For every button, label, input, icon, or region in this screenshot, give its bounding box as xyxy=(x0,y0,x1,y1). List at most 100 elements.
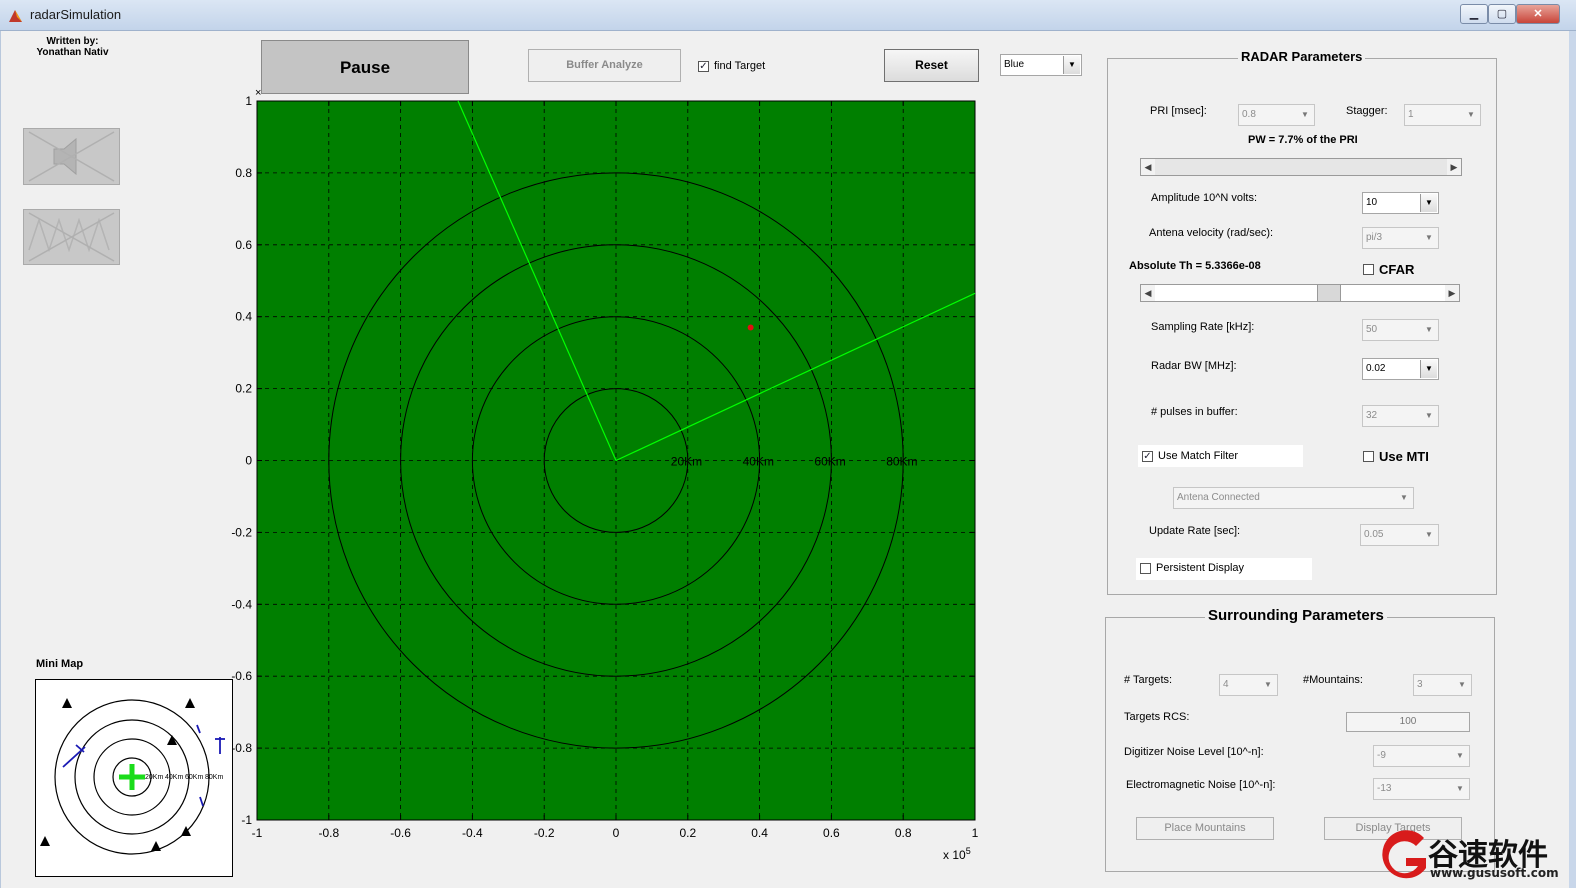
em-noise-label: Electromagnetic Noise [10^-n]: xyxy=(1126,779,1276,791)
chevron-down-icon: ▼ xyxy=(1425,411,1433,420)
x-tick-label: 1 xyxy=(972,826,979,840)
buffer-analyze-button[interactable]: Buffer Analyze xyxy=(528,49,681,82)
digitizer-noise-dropdown[interactable]: -9 ▼ xyxy=(1373,745,1470,767)
sampling-rate-dropdown[interactable]: 50 ▼ xyxy=(1362,319,1439,341)
amplitude-dropdown[interactable]: 10 ▼ xyxy=(1362,192,1439,214)
sampling-rate-label: Sampling Rate [kHz]: xyxy=(1151,321,1255,333)
persistent-display-checkbox[interactable] xyxy=(1140,563,1151,574)
antenna-velocity-label: Antena velocity (rad/sec): xyxy=(1149,227,1274,239)
antenna-velocity-dropdown[interactable]: pi/3 ▼ xyxy=(1362,227,1439,249)
chevron-down-icon: ▼ xyxy=(1420,194,1437,212)
radar-parameters-title: RADAR Parameters xyxy=(1238,49,1366,64)
y-tick-label: 0.2 xyxy=(235,382,252,396)
y-tick-label: 1 xyxy=(245,94,252,108)
chevron-down-icon: ▼ xyxy=(1425,233,1433,242)
x-tick-label: 0.8 xyxy=(895,826,912,840)
antenna-mode-value: Antena Connected xyxy=(1177,492,1260,503)
y-tick-label: -0.8 xyxy=(231,741,252,755)
antenna-velocity-value: pi/3 xyxy=(1366,232,1383,243)
pw-text: PW = 7.7% of the PRI xyxy=(1248,134,1358,146)
chevron-down-icon: ▼ xyxy=(1467,110,1475,119)
x-tick-label: -0.6 xyxy=(390,826,411,840)
minimize-button[interactable]: ▁ xyxy=(1460,4,1488,24)
place-mountains-button[interactable]: Place Mountains xyxy=(1136,817,1274,840)
signal-button[interactable] xyxy=(23,209,120,265)
minimap-ring-label: 80Km xyxy=(205,774,223,781)
chevron-down-icon: ▼ xyxy=(1264,680,1272,689)
y-tick-label: -0.4 xyxy=(231,597,252,611)
amplitude-value: 10 xyxy=(1366,197,1378,208)
radar-plot[interactable]: 20Km 40Km 60Km 80Km -1 -0.8 -0.6 -0.4 -0.2 0 0.2 0… xyxy=(225,88,1025,868)
x-tick-label: -1 xyxy=(252,826,263,840)
find-target-checkbox[interactable]: ✓ xyxy=(698,61,709,72)
x-tick-label: -0.4 xyxy=(462,826,483,840)
color-dropdown[interactable]: Blue ▼ xyxy=(1000,54,1082,76)
x-axis-multiplier: x 105 xyxy=(943,846,971,862)
cfar-label: CFAR xyxy=(1379,262,1415,277)
y-tick-label: 0.4 xyxy=(235,310,252,324)
target-dot xyxy=(747,324,754,331)
color-dropdown-value: Blue xyxy=(1004,59,1025,70)
x-tick-label: -0.8 xyxy=(318,826,339,840)
x-tick-label: -0.2 xyxy=(534,826,555,840)
minimap-ring-label: 20Km xyxy=(145,774,163,781)
radar-bw-dropdown[interactable]: 0.02 ▼ xyxy=(1362,358,1439,380)
chevron-down-icon: ▼ xyxy=(1456,751,1464,760)
find-target-label: find Target xyxy=(714,60,766,72)
update-rate-dropdown[interactable]: 0.05 ▼ xyxy=(1360,524,1439,546)
window-titlebar[interactable] xyxy=(0,0,1576,31)
em-noise-dropdown[interactable]: -13 ▼ xyxy=(1373,778,1470,800)
sampling-rate-value: 50 xyxy=(1366,324,1378,335)
pri-label: PRI [msec]: xyxy=(1150,105,1207,117)
matlab-app-icon xyxy=(8,8,23,23)
pause-button[interactable]: Pause xyxy=(261,40,469,94)
pulses-value: 32 xyxy=(1366,410,1378,421)
speaker-muted-icon xyxy=(28,131,115,182)
author-line1: Written by: xyxy=(46,36,99,47)
targets-dropdown[interactable]: 4 ▼ xyxy=(1219,674,1278,696)
slider-left-arrow-icon[interactable]: ◀ xyxy=(1141,159,1155,175)
window-title: radarSimulation xyxy=(30,7,122,22)
gusu-logo-icon xyxy=(1372,828,1432,884)
amplitude-label: Amplitude 10^N volts: xyxy=(1151,192,1258,204)
minimap-ring-label: 60Km xyxy=(185,774,203,781)
axis-corner-mark: × xyxy=(255,88,261,99)
pri-dropdown[interactable]: 0.8 ▼ xyxy=(1238,104,1315,126)
targets-rcs-input[interactable]: 100 xyxy=(1346,712,1470,732)
digitizer-noise-label: Digitizer Noise Level [10^-n]: xyxy=(1124,746,1264,758)
x-tick-label: 0.6 xyxy=(823,826,840,840)
slider-right-arrow-icon[interactable]: ▶ xyxy=(1445,285,1459,301)
close-button[interactable]: ✕ xyxy=(1516,4,1560,24)
y-tick-label: -0.2 xyxy=(231,525,252,539)
stagger-dropdown[interactable]: 1 ▼ xyxy=(1404,104,1481,126)
waveform-disabled-icon xyxy=(28,212,115,262)
pulses-dropdown[interactable]: 32 ▼ xyxy=(1362,405,1439,427)
pulses-label: # pulses in buffer: xyxy=(1151,406,1238,418)
slider-left-arrow-icon[interactable]: ◀ xyxy=(1141,285,1155,301)
slider-right-arrow-icon[interactable]: ▶ xyxy=(1447,159,1461,175)
restore-button[interactable]: ▢ xyxy=(1488,4,1516,24)
antenna-mode-dropdown[interactable]: Antena Connected ▼ xyxy=(1173,487,1414,509)
threshold-slider[interactable]: ◀ ▶ xyxy=(1140,284,1460,302)
author-line2: Yonathan Nativ xyxy=(36,47,109,58)
y-tick-label: -0.6 xyxy=(231,669,252,683)
mountains-dropdown[interactable]: 3 ▼ xyxy=(1413,674,1472,696)
y-tick-label: 0 xyxy=(245,454,252,468)
match-filter-checkbox[interactable]: ✓ xyxy=(1142,451,1153,462)
absolute-threshold-text: Absolute Th = 5.3366e-08 xyxy=(1129,260,1261,272)
reset-button[interactable]: Reset xyxy=(884,49,979,82)
cfar-checkbox[interactable] xyxy=(1363,264,1374,275)
chevron-down-icon: ▼ xyxy=(1425,325,1433,334)
mti-checkbox[interactable] xyxy=(1363,451,1374,462)
pw-slider[interactable]: ◀ ▶ xyxy=(1140,158,1462,176)
targets-value: 4 xyxy=(1223,679,1229,690)
threshold-slider-thumb[interactable] xyxy=(1317,285,1341,301)
x-tick-label: 0.4 xyxy=(751,826,768,840)
persistent-display-label: Persistent Display xyxy=(1156,562,1245,574)
chevron-down-icon: ▼ xyxy=(1063,56,1080,74)
chevron-down-icon: ▼ xyxy=(1456,784,1464,793)
targets-label: # Targets: xyxy=(1124,674,1173,686)
mini-map[interactable]: 20Km 40Km 60Km 80Km xyxy=(35,679,233,877)
sound-button[interactable] xyxy=(23,128,120,185)
chevron-down-icon: ▼ xyxy=(1458,680,1466,689)
